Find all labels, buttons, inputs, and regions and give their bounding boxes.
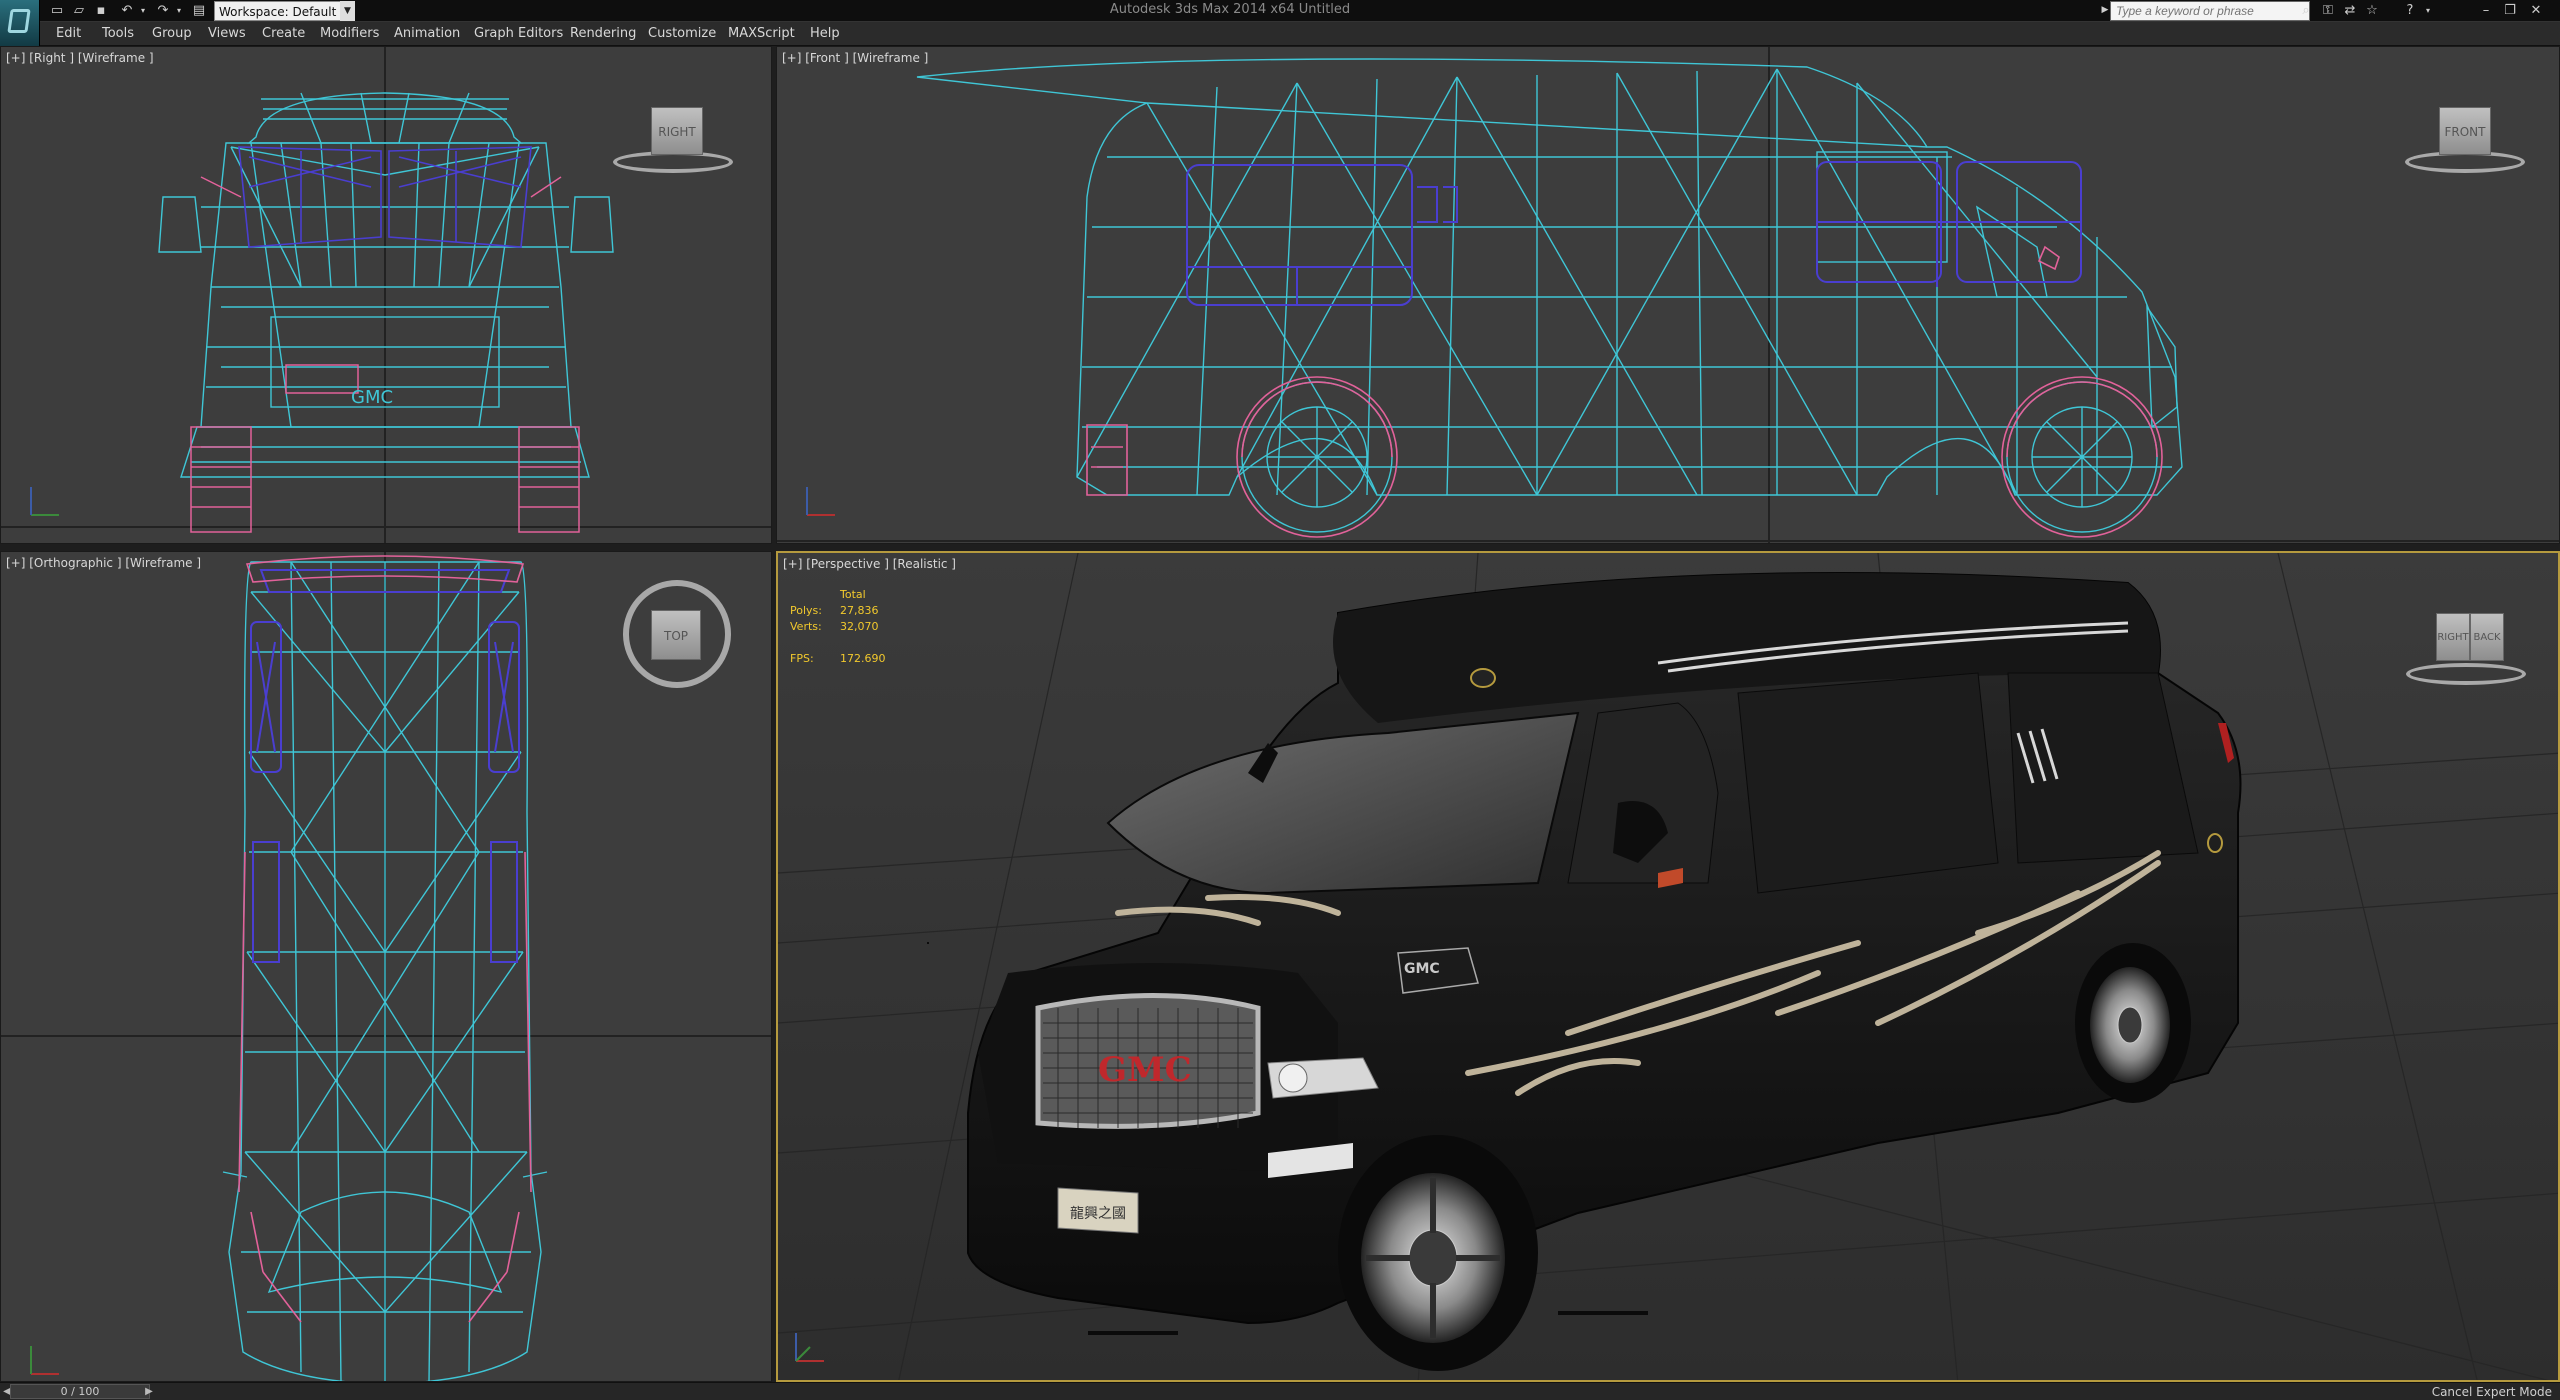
menu-maxscript[interactable]: MAXScript — [728, 26, 795, 41]
menu-customize[interactable]: Customize — [648, 26, 716, 41]
open-file-icon[interactable]: ▱ — [70, 2, 88, 19]
menu-bar: Edit Tools Group Views Create Modifiers … — [40, 22, 2560, 46]
viewport-perspective[interactable]: [+] [Perspective ] [Realistic ] Total Po… — [776, 551, 2560, 1382]
menu-create[interactable]: Create — [262, 26, 305, 41]
viewport-orthographic[interactable]: [+] [Orthographic ] [Wireframe ] TOP — [0, 551, 772, 1382]
axis-tripod-icon — [795, 1333, 824, 1362]
help-dropdown-icon[interactable]: ▾ — [2418, 1, 2438, 21]
grille-gmc-logo: GMC — [1098, 1050, 1192, 1090]
redo-dropdown-icon[interactable]: ▾ — [170, 2, 188, 19]
van-3d-render: GMC 龍興之國 GMC — [778, 553, 2558, 1380]
axis-tripod-icon — [30, 487, 59, 516]
viewcube-perspective[interactable]: RIGHT BACK — [2398, 613, 2538, 693]
menu-views[interactable]: Views — [208, 26, 246, 41]
viewcube-top[interactable]: TOP — [613, 570, 743, 700]
axis-tripod-icon — [30, 1346, 59, 1375]
app-logo-icon[interactable] — [0, 0, 40, 46]
time-next-icon[interactable]: ▶ — [142, 1384, 156, 1399]
menu-help[interactable]: Help — [810, 26, 840, 41]
door-gmc-badge: GMC — [1404, 961, 1440, 977]
close-icon[interactable]: ✕ — [2526, 1, 2546, 21]
menu-rendering[interactable]: Rendering — [570, 26, 636, 41]
viewport-front[interactable]: [+] [Front ] [Wireframe ] FRONT — [776, 46, 2560, 544]
license-plate-text: 龍興之國 — [1070, 1205, 1126, 1222]
maximize-icon[interactable]: ❐ — [2500, 1, 2520, 21]
new-file-icon[interactable]: ▭ — [48, 2, 66, 19]
viewcube-front[interactable]: FRONT — [2397, 107, 2537, 177]
search-input[interactable] — [2110, 1, 2310, 21]
undo-dropdown-icon[interactable]: ▾ — [134, 2, 152, 19]
title-bar: ▭ ▱ ▪ ↶ ▾ ↷ ▾ ▤ Workspace: Default ▼ Aut… — [0, 0, 2560, 22]
cancel-expert-mode-button[interactable]: Cancel Expert Mode — [2432, 1385, 2552, 1399]
menu-edit[interactable]: Edit — [56, 26, 81, 41]
minimize-icon[interactable]: – — [2476, 1, 2496, 21]
menu-group[interactable]: Group — [152, 26, 192, 41]
window-title: Autodesk 3ds Max 2014 x64 Untitled — [1109, 2, 1351, 17]
exchange-icon[interactable]: ⇄ — [2340, 1, 2360, 21]
viewport-right[interactable]: [+] [Right ] [Wireframe ] GMC RIGHT — [0, 46, 772, 544]
axis-tripod-icon — [806, 487, 835, 516]
project-folder-icon[interactable]: ▤ — [190, 2, 208, 19]
menu-modifiers[interactable]: Modifiers — [320, 26, 379, 41]
menu-tools[interactable]: Tools — [102, 26, 134, 41]
menu-graph-editors[interactable]: Graph Editors — [474, 26, 563, 41]
viewcube-right[interactable]: RIGHT — [613, 107, 743, 177]
chevron-down-icon[interactable]: ▼ — [340, 1, 355, 21]
workspace-dropdown[interactable]: Workspace: Default — [214, 1, 354, 21]
status-bar: ◀ 0 / 100 ▶ Cancel Expert Mode — [0, 1382, 2560, 1400]
van-wireframe-front — [777, 47, 2559, 543]
time-slider[interactable]: 0 / 100 — [10, 1384, 150, 1399]
binoculars-icon[interactable]: ⌕ — [2296, 1, 2316, 21]
help-icon[interactable]: ? — [2400, 1, 2420, 21]
key-icon[interactable]: ⚿ — [2318, 1, 2338, 21]
menu-animation[interactable]: Animation — [394, 26, 460, 41]
grille-wire-logo: GMC — [351, 387, 393, 408]
star-icon[interactable]: ☆ — [2362, 1, 2382, 21]
save-icon[interactable]: ▪ — [92, 2, 110, 19]
